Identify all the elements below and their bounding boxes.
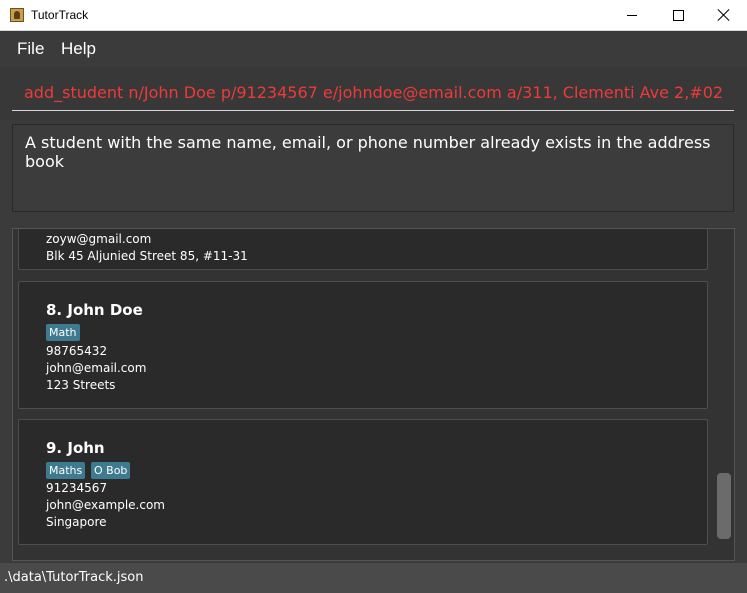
app-icon <box>10 8 24 22</box>
student-address: Blk 45 Aljunied Street 85, #11-31 <box>46 249 248 263</box>
student-tag: O Bob <box>91 462 131 479</box>
student-phone: 91234567 <box>46 481 108 495</box>
menu-file[interactable]: File <box>17 39 44 59</box>
student-email: zoyw@gmail.com <box>46 232 152 246</box>
student-name: 8. John Doe <box>46 301 143 319</box>
close-button[interactable] <box>701 0 747 30</box>
result-display: A student with the same name, email, or … <box>12 124 734 212</box>
student-email: john@example.com <box>46 498 165 512</box>
student-phone: 98765432 <box>46 344 108 358</box>
command-input[interactable] <box>12 75 734 111</box>
menu-bar: File Help <box>0 31 747 66</box>
student-tag: Math <box>46 324 80 341</box>
maximize-icon <box>672 9 684 21</box>
student-email: john@email.com <box>46 361 147 375</box>
data-file-path: .\data\TutorTrack.json <box>4 570 144 585</box>
window-title: TutorTrack <box>31 8 89 22</box>
student-list-region: zoyw@gmail.com Blk 45 Aljunied Street 85… <box>0 218 747 563</box>
student-address: Singapore <box>46 515 107 529</box>
status-bar: .\data\TutorTrack.json <box>0 563 747 593</box>
student-list[interactable]: zoyw@gmail.com Blk 45 Aljunied Street 85… <box>12 228 735 561</box>
scrollbar-thumb[interactable] <box>717 473 731 539</box>
minimize-button[interactable] <box>609 0 655 30</box>
command-box <box>0 66 747 120</box>
close-icon <box>718 9 730 21</box>
student-card[interactable]: zoyw@gmail.com Blk 45 Aljunied Street 85… <box>18 229 708 270</box>
student-card[interactable]: 9. John Maths O Bob 91234567 john@exampl… <box>18 419 708 545</box>
window-titlebar: TutorTrack <box>0 0 747 31</box>
student-address: 123 Streets <box>46 378 116 392</box>
minimize-icon <box>627 14 637 16</box>
list-scrollbar[interactable] <box>714 229 734 560</box>
menu-help[interactable]: Help <box>61 39 96 59</box>
student-tag: Maths <box>46 462 86 479</box>
student-name: 9. John <box>46 439 105 457</box>
student-card[interactable]: 8. John Doe Math 98765432 john@email.com… <box>18 281 708 409</box>
maximize-button[interactable] <box>655 0 701 30</box>
